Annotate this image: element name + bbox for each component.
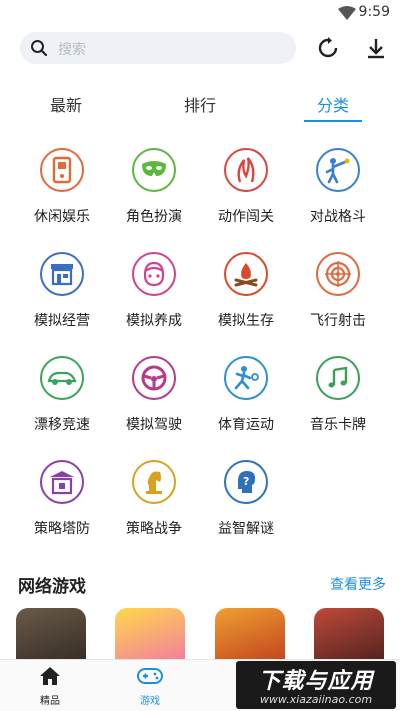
category-rpg[interactable]: 角色扮演 <box>108 148 200 248</box>
category-label: 角色扮演 <box>126 209 182 225</box>
game-thumb-4[interactable] <box>314 608 384 660</box>
category-action[interactable]: 动作闯关 <box>200 148 292 248</box>
category-label: 益智解谜 <box>218 521 274 537</box>
category-casual[interactable]: 休闲娱乐 <box>16 148 108 248</box>
action-figure-icon <box>224 148 268 192</box>
tab-latest[interactable]: 最新 <box>36 92 96 116</box>
wifi-icon <box>338 6 356 20</box>
character-icon <box>132 252 176 296</box>
category-label: 策略塔防 <box>34 521 90 537</box>
category-tower-defense[interactable]: 策略塔防 <box>16 460 108 560</box>
category-label: 动作闯关 <box>218 209 274 225</box>
category-label: 模拟驾驶 <box>126 417 182 433</box>
music-note-icon <box>316 356 360 400</box>
refresh-icon[interactable] <box>316 36 340 60</box>
category-survival[interactable]: 模拟生存 <box>200 252 292 352</box>
download-icon[interactable] <box>364 36 388 60</box>
game-thumb-3[interactable] <box>215 608 285 660</box>
search-placeholder: 搜索 <box>58 42 86 58</box>
search-input[interactable]: 搜索 <box>20 32 296 64</box>
chess-knight-icon <box>132 460 176 504</box>
category-strategy-war[interactable]: 策略战争 <box>108 460 200 560</box>
category-sports[interactable]: 体育运动 <box>200 356 292 456</box>
target-icon <box>316 252 360 296</box>
category-music-card[interactable]: 音乐卡牌 <box>292 356 384 456</box>
category-label: 漂移竞速 <box>34 417 90 433</box>
watermark-url: www.xiazaiinao.com <box>259 693 373 706</box>
game-thumb-2[interactable] <box>115 608 185 660</box>
game-row <box>0 608 400 660</box>
tower-icon <box>40 460 84 504</box>
category-business-sim[interactable]: 模拟经营 <box>16 252 108 352</box>
category-label: 音乐卡牌 <box>310 417 366 433</box>
status-time: 9:59 <box>358 4 390 20</box>
category-label: 策略战争 <box>126 521 182 537</box>
category-label: 休闲娱乐 <box>34 209 90 225</box>
category-shooter[interactable]: 飞行射击 <box>292 252 384 352</box>
nav-featured[interactable]: 精品 <box>20 666 80 707</box>
race-car-icon <box>40 356 84 400</box>
steering-wheel-icon <box>132 356 176 400</box>
category-label: 模拟养成 <box>126 313 182 329</box>
status-bar: 9:59 <box>0 0 400 26</box>
nav-label: 精品 <box>40 696 60 707</box>
home-icon <box>40 667 60 685</box>
tab-ranking[interactable]: 排行 <box>170 92 230 116</box>
nav-games[interactable]: 游戏 <box>120 666 180 707</box>
category-raising-sim[interactable]: 模拟养成 <box>108 252 200 352</box>
shop-icon <box>40 252 84 296</box>
category-puzzle[interactable]: ? 益智解谜 <box>200 460 292 560</box>
game-thumb-1[interactable] <box>16 608 86 660</box>
campfire-icon <box>224 252 268 296</box>
category-label: 体育运动 <box>218 417 274 433</box>
handheld-console-icon <box>40 148 84 192</box>
fighter-icon <box>316 148 360 192</box>
see-more-link[interactable]: 查看更多 <box>330 574 386 594</box>
tab-category[interactable]: 分类 <box>303 92 363 116</box>
active-tab-indicator <box>304 120 362 122</box>
category-label: 对战格斗 <box>310 209 366 225</box>
category-label: 飞行射击 <box>310 313 366 329</box>
search-icon <box>31 40 48 57</box>
mask-icon <box>132 148 176 192</box>
watermark-title: 下载与应用 <box>258 669 374 694</box>
gamepad-icon <box>137 668 163 684</box>
category-fighting[interactable]: 对战格斗 <box>292 148 384 248</box>
section-title: 网络游戏 <box>18 577 86 597</box>
tennis-player-icon <box>224 356 268 400</box>
category-racing[interactable]: 漂移竞速 <box>16 356 108 456</box>
category-label: 模拟经营 <box>34 313 90 329</box>
question-head-icon: ? <box>224 460 268 504</box>
section-header: 网络游戏 查看更多 <box>18 572 386 597</box>
category-label: 模拟生存 <box>218 313 274 329</box>
tab-bar: 最新 排行 分类 <box>0 88 400 124</box>
watermark: 下载与应用 www.xiazaiinao.com <box>236 661 396 709</box>
category-driving[interactable]: 模拟驾驶 <box>108 356 200 456</box>
search-row: 搜索 <box>20 32 390 64</box>
nav-label: 游戏 <box>140 696 160 707</box>
svg-text:?: ? <box>243 475 249 488</box>
